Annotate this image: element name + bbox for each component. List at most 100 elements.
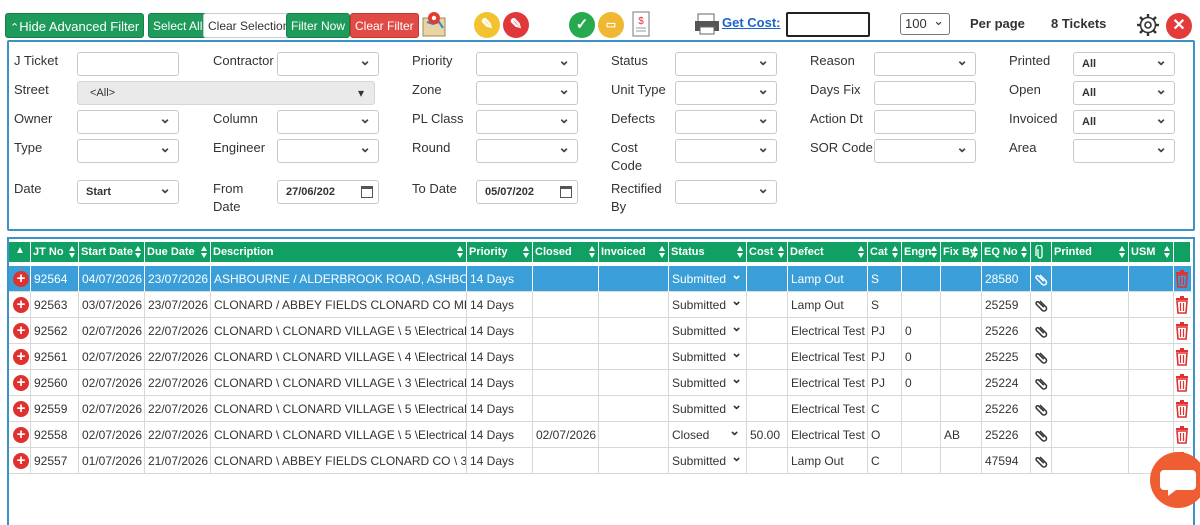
chevron-down-icon[interactable]: ⌄ <box>731 318 742 340</box>
sort-icon[interactable] <box>523 246 530 258</box>
header-printed[interactable]: Printed <box>1052 242 1129 262</box>
paperclip-icon[interactable] <box>1035 453 1049 469</box>
cell-status[interactable]: Submitted ⌄ <box>669 396 747 422</box>
engineer-select[interactable] <box>277 136 379 163</box>
zone-select[interactable] <box>476 78 578 105</box>
printer-icon[interactable] <box>694 12 720 36</box>
chat-button[interactable] <box>1150 452 1200 508</box>
table-row[interactable]: +92558 02/07/2026 22/07/2026 CLONARD \ CLON… <box>9 422 1191 448</box>
sort-icon[interactable] <box>201 246 208 258</box>
cost-code-select[interactable] <box>675 136 777 163</box>
trash-icon[interactable] <box>1175 322 1189 340</box>
table-row[interactable]: +92560 02/07/2026 22/07/2026 CLONARD \ CLON… <box>9 370 1191 396</box>
column-select[interactable] <box>277 107 379 134</box>
status-select[interactable] <box>675 49 777 76</box>
days-fix-input[interactable] <box>874 81 976 105</box>
sort-icon[interactable] <box>778 246 785 258</box>
expand-plus-icon[interactable]: + <box>13 349 29 365</box>
from-date-input[interactable]: 27/06/202 <box>277 180 379 204</box>
paperclip-icon[interactable] <box>1035 323 1049 339</box>
open-select[interactable]: All <box>1073 78 1175 105</box>
priority-select[interactable] <box>476 49 578 76</box>
sort-icon[interactable] <box>457 246 464 258</box>
cell-status[interactable]: Submitted ⌄ <box>669 344 747 370</box>
contractor-select[interactable] <box>277 49 379 76</box>
select-all-button[interactable]: Select All <box>148 13 208 38</box>
header-sort-all[interactable]: ▲ <box>9 242 31 262</box>
chevron-down-icon[interactable]: ⌄ <box>731 266 742 288</box>
paperclip-icon[interactable] <box>1035 349 1049 365</box>
owner-select[interactable] <box>77 107 179 134</box>
street-select[interactable]: <All> <box>77 81 375 105</box>
trash-icon[interactable] <box>1175 374 1189 392</box>
hide-advanced-filter-button[interactable]: ⌃Hide Advanced Filter <box>5 13 145 38</box>
expand-plus-icon[interactable]: + <box>13 297 29 313</box>
unit-type-select[interactable] <box>675 78 777 105</box>
cell-status[interactable]: Submitted ⌄ <box>669 318 747 344</box>
check-icon[interactable]: ✓ <box>569 12 595 38</box>
pencil-yellow-icon[interactable]: ✎ <box>474 12 500 38</box>
sort-icon[interactable] <box>892 246 899 258</box>
header-fix-by[interactable]: Fix By <box>941 242 982 262</box>
action-dt-input[interactable] <box>874 110 976 134</box>
cell-status[interactable]: Submitted ⌄ <box>669 448 747 474</box>
chevron-down-icon[interactable]: ⌄ <box>731 448 742 470</box>
chevron-down-icon[interactable]: ⌄ <box>731 370 742 392</box>
trash-icon[interactable] <box>1175 270 1189 288</box>
calendar-icon[interactable] <box>560 186 572 198</box>
chevron-down-icon[interactable]: ⌄ <box>731 396 742 418</box>
header-engn[interactable]: Engn <box>902 242 941 262</box>
invoiced-select[interactable]: All <box>1073 107 1175 134</box>
header-cat[interactable]: Cat <box>868 242 902 262</box>
trash-icon[interactable] <box>1175 296 1189 314</box>
per-page-select[interactable]: 100 ⌄ <box>900 13 950 35</box>
header-due-date[interactable]: Due Date <box>145 242 211 262</box>
date-type-select[interactable]: Start <box>77 177 179 204</box>
expand-plus-icon[interactable]: + <box>13 375 29 391</box>
reason-select[interactable] <box>874 49 976 76</box>
calendar-icon[interactable] <box>361 186 373 198</box>
header-description[interactable]: Description <box>211 242 467 262</box>
cell-status[interactable]: Submitted ⌄ <box>669 266 747 292</box>
pencil-red-icon[interactable]: ✎ <box>503 12 529 38</box>
header-priority[interactable]: Priority <box>467 242 533 262</box>
expand-plus-icon[interactable]: + <box>13 271 29 287</box>
cost-document-icon[interactable]: $ <box>630 10 652 38</box>
round-select[interactable] <box>476 136 578 163</box>
table-row[interactable]: +92563 03/07/2026 23/07/2026 CLONARD / ABBE… <box>9 292 1191 318</box>
table-row[interactable]: +92561 02/07/2026 22/07/2026 CLONARD \ CLON… <box>9 344 1191 370</box>
expand-plus-icon[interactable]: + <box>13 323 29 339</box>
area-select[interactable] <box>1073 136 1175 163</box>
header-defect[interactable]: Defect <box>788 242 868 262</box>
chevron-down-icon[interactable]: ⌄ <box>731 344 742 366</box>
expand-plus-icon[interactable]: + <box>13 453 29 469</box>
close-icon[interactable]: ✕ <box>1166 13 1192 39</box>
header-cost[interactable]: Cost <box>747 242 788 262</box>
to-date-input[interactable]: 05/07/202 <box>476 180 578 204</box>
table-row[interactable]: +92559 02/07/2026 22/07/2026 CLONARD \ CLON… <box>9 396 1191 422</box>
chevron-down-icon[interactable]: ⌄ <box>729 422 740 444</box>
trash-icon[interactable] <box>1175 348 1189 366</box>
header-usm[interactable]: USM <box>1129 242 1174 262</box>
sort-icon[interactable] <box>1119 246 1126 258</box>
invoice-icon[interactable]: ▭ <box>598 12 624 38</box>
table-row[interactable]: +92557 01/07/2026 21/07/2026 CLONARD \ ABBE… <box>9 448 1191 474</box>
trash-icon[interactable] <box>1175 426 1189 444</box>
cell-status[interactable]: Submitted ⌄ <box>669 370 747 396</box>
header-invoiced[interactable]: Invoiced <box>599 242 669 262</box>
defects-select[interactable] <box>675 107 777 134</box>
paperclip-icon[interactable] <box>1035 401 1049 417</box>
rectified-by-select[interactable] <box>675 177 777 204</box>
paperclip-icon[interactable] <box>1035 271 1049 287</box>
expand-plus-icon[interactable]: + <box>13 427 29 443</box>
header-jt-no[interactable]: JT No <box>31 242 79 262</box>
sort-icon[interactable] <box>737 246 744 258</box>
pl-class-select[interactable] <box>476 107 578 134</box>
header-eq-no[interactable]: EQ No <box>982 242 1031 262</box>
trash-icon[interactable] <box>1175 400 1189 418</box>
header-closed[interactable]: Closed <box>533 242 599 262</box>
table-row[interactable]: +92562 02/07/2026 22/07/2026 CLONARD \ CLON… <box>9 318 1191 344</box>
header-col-14[interactable] <box>1031 242 1052 262</box>
sort-icon[interactable] <box>135 246 142 258</box>
j-ticket-input[interactable] <box>77 52 179 76</box>
